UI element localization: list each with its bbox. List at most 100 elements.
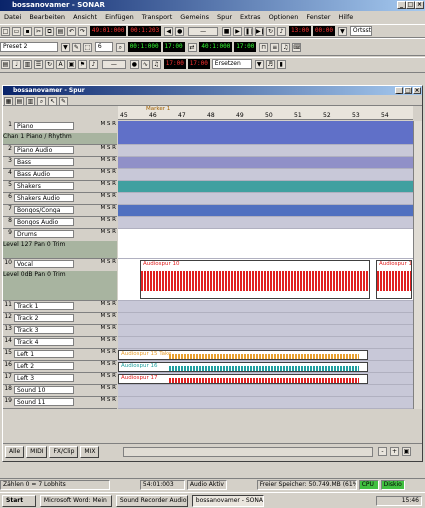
- markers-icon[interactable]: ⚑: [78, 60, 87, 69]
- track-lane[interactable]: Audiospur 17: [118, 373, 413, 385]
- pause-icon[interactable]: ❚❚: [244, 27, 254, 36]
- track-msr-buttons[interactable]: M S R: [100, 349, 116, 355]
- task-recorder[interactable]: Sound Recorder Audio Intern: [115, 495, 188, 507]
- preset-combo[interactable]: Preset 2: [0, 42, 58, 52]
- menu-window[interactable]: Fenster: [306, 13, 330, 21]
- fx-icon[interactable]: ♫: [281, 43, 291, 52]
- track-lane[interactable]: [118, 121, 413, 145]
- loop-construct-icon[interactable]: ↻: [45, 60, 54, 69]
- track-name[interactable]: Bongos/Conga: [14, 206, 74, 214]
- select-icon[interactable]: ⬚: [82, 43, 92, 52]
- new-icon[interactable]: □: [1, 27, 10, 36]
- tab-all[interactable]: Alle: [5, 446, 25, 458]
- zoom-in-icon[interactable]: +: [390, 447, 399, 456]
- track-name[interactable]: Left 3: [14, 374, 74, 382]
- timeline-ruler[interactable]: Marker 1 45 46 47 48 49 50 51 52 53 54: [118, 106, 413, 120]
- track-header[interactable]: 4 Bass Audio M S R: [3, 169, 117, 181]
- track-name[interactable]: Piano: [14, 122, 74, 130]
- track-msr-buttons[interactable]: M S R: [100, 301, 116, 307]
- track-header[interactable]: 7 Bongos/Conga M S R: [3, 205, 117, 217]
- tab-mix[interactable]: MIX: [80, 446, 100, 458]
- track-lane[interactable]: Audiospur 10 Audiospur 10: [118, 259, 413, 301]
- track-lane[interactable]: [118, 313, 413, 325]
- record-icon[interactable]: ●: [175, 27, 185, 36]
- task-word[interactable]: Microsoft Word: Mein: [39, 495, 112, 507]
- audio-clip[interactable]: Audiospur 16: [118, 362, 368, 372]
- track-lane[interactable]: [118, 397, 413, 409]
- track-msr-buttons[interactable]: M S R: [100, 217, 116, 223]
- vertical-scrollbar[interactable]: [413, 121, 422, 409]
- piano-roll-icon[interactable]: ▥: [23, 60, 32, 69]
- track-lane[interactable]: [118, 385, 413, 397]
- audio-clip[interactable]: Audiospur 10: [140, 260, 370, 299]
- audio-clip[interactable]: Audiospur 10: [376, 260, 412, 299]
- track-tool-icon[interactable]: ▦: [4, 97, 13, 106]
- zoom-out-icon[interactable]: -: [378, 447, 387, 456]
- locator-combo[interactable]: Ortsstab: [349, 26, 372, 36]
- zoom-fit-icon[interactable]: ▣: [402, 447, 411, 456]
- track-msr-buttons[interactable]: M S R: [100, 397, 116, 403]
- track-name[interactable]: Vocal: [14, 260, 74, 268]
- menu-insert[interactable]: Einfügen: [105, 13, 134, 21]
- track-name[interactable]: Track 2: [14, 314, 74, 322]
- menu-go[interactable]: Gemeins: [180, 13, 209, 21]
- menu-file[interactable]: Datei: [4, 13, 21, 21]
- undo-icon[interactable]: ↶: [67, 27, 76, 36]
- sync-icon[interactable]: ⇄: [187, 43, 197, 52]
- tab-fx[interactable]: FX/Clip: [49, 446, 79, 458]
- track-header[interactable]: 5 Shakers M S R: [3, 181, 117, 193]
- rewind-icon[interactable]: ◀: [164, 27, 174, 36]
- track-name[interactable]: Shakers: [14, 182, 74, 190]
- track-msr-buttons[interactable]: M S R: [100, 259, 116, 265]
- track-lane[interactable]: [118, 157, 413, 169]
- tempo-icon[interactable]: ♪: [89, 60, 98, 69]
- track-msr-buttons[interactable]: M S R: [100, 181, 116, 187]
- track-msr-buttons[interactable]: M S R: [100, 169, 116, 175]
- maximize-button[interactable]: □: [406, 1, 415, 9]
- menu-view[interactable]: Ansicht: [73, 13, 97, 21]
- snap-icon[interactable]: ▼: [60, 43, 70, 52]
- track-name[interactable]: Track 4: [14, 338, 74, 346]
- track-header[interactable]: 17 Left 3 M S R: [3, 373, 117, 385]
- track-name[interactable]: Left 1: [14, 350, 74, 358]
- track-subheader[interactable]: Chan 1 Piano / Rhythm: [3, 133, 117, 144]
- audio-clip[interactable]: Audiospur 15 Take: [118, 350, 368, 360]
- marker-icon[interactable]: ▼: [337, 27, 347, 36]
- tw-maximize-button[interactable]: □: [404, 87, 412, 94]
- track-lane[interactable]: [118, 169, 413, 181]
- track-tool6-icon[interactable]: ✎: [59, 97, 68, 106]
- open-icon[interactable]: ▭: [12, 27, 21, 36]
- track-tool4-icon[interactable]: ⌕: [37, 97, 46, 106]
- track-lane[interactable]: [118, 325, 413, 337]
- track-name[interactable]: Sound 11: [14, 398, 74, 406]
- track-lane[interactable]: Audiospur 16: [118, 361, 413, 373]
- track-subheader[interactable]: Level 127 Pan 0 Trim: [3, 241, 117, 258]
- lyrics-icon[interactable]: A: [56, 60, 65, 69]
- end-icon[interactable]: ▶❚: [255, 27, 265, 36]
- track-lane[interactable]: [118, 205, 413, 217]
- track-msr-buttons[interactable]: M S R: [100, 373, 116, 379]
- track-name[interactable]: Shakers Audio: [14, 194, 74, 202]
- tool-icon[interactable]: ✎: [71, 43, 81, 52]
- track-lane[interactable]: [118, 229, 413, 259]
- close-button[interactable]: ×: [415, 1, 424, 9]
- track-lane[interactable]: [118, 301, 413, 313]
- stop-icon[interactable]: ■: [222, 27, 232, 36]
- record-slider[interactable]: —: [101, 60, 126, 69]
- redo-icon[interactable]: ↷: [78, 27, 87, 36]
- track-msr-buttons[interactable]: M S R: [100, 325, 116, 331]
- play-icon[interactable]: ▶: [233, 27, 243, 36]
- track-name[interactable]: Bass: [14, 158, 74, 166]
- record-mode-combo[interactable]: Ersetzen: [211, 59, 252, 69]
- track-header[interactable]: 12 Track 2 M S R: [3, 313, 117, 325]
- minimize-button[interactable]: _: [397, 1, 406, 9]
- audio-clip[interactable]: Audiospur 17: [118, 374, 368, 384]
- track-subheader[interactable]: Level 0dB Pan 0 Trim: [3, 271, 117, 300]
- track-tool2-icon[interactable]: ▤: [15, 97, 24, 106]
- save-icon[interactable]: ▪: [23, 27, 32, 36]
- horizontal-scrollbar[interactable]: [123, 447, 373, 457]
- zoom-icon[interactable]: ⌕: [115, 43, 125, 52]
- task-sonar[interactable]: bossanovamer - SONAR: [191, 495, 264, 507]
- track-lane[interactable]: [118, 181, 413, 193]
- midi-icon[interactable]: ♫: [151, 60, 161, 69]
